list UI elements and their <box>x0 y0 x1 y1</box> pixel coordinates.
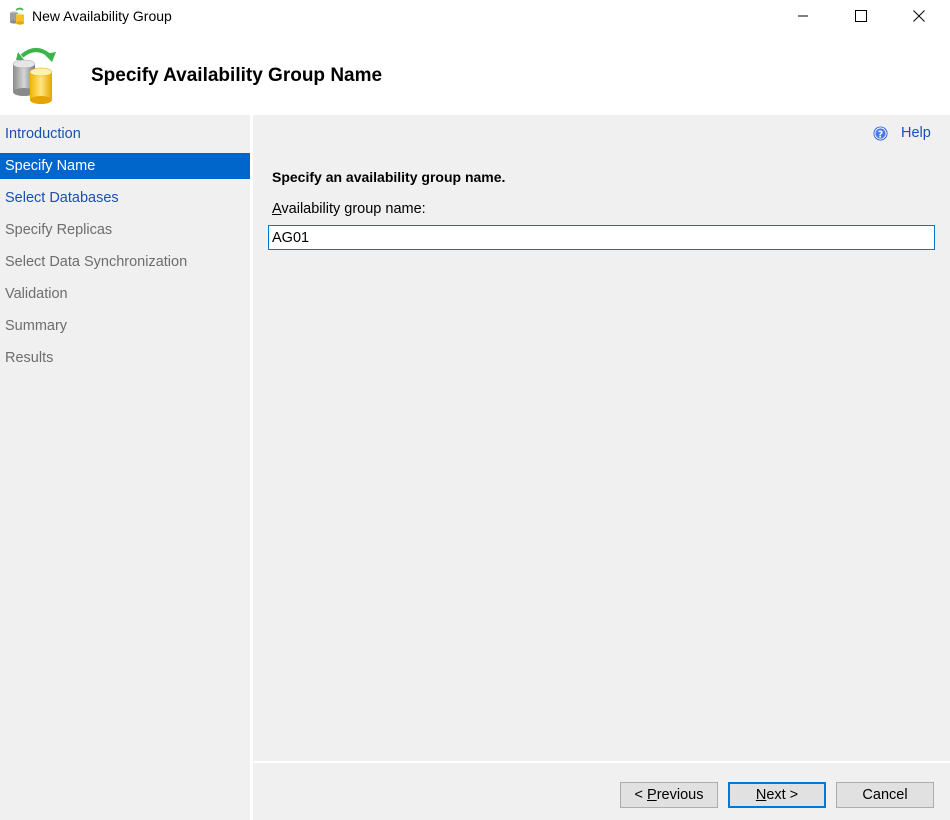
previous-mnemonic: P <box>647 787 657 803</box>
sidebar-item-select-data-synchronization: Select Data Synchronization <box>5 254 188 270</box>
svg-text:?: ? <box>878 129 883 140</box>
next-button[interactable]: Next > <box>728 782 826 808</box>
close-icon <box>913 10 925 22</box>
previous-prefix: < <box>634 787 648 803</box>
availability-group-name-label: Availability group name: <box>272 201 426 217</box>
label-mnemonic: A <box>272 201 282 217</box>
title-bar: New Availability Group <box>0 0 950 32</box>
maximize-icon <box>855 10 867 22</box>
app-icon <box>10 7 24 25</box>
sidebar-item-specify-replicas: Specify Replicas <box>5 222 113 238</box>
sidebar-item-validation: Validation <box>5 286 68 302</box>
page-title: Specify Availability Group Name <box>91 65 383 86</box>
next-mnemonic: N <box>755 787 767 803</box>
sidebar-item-select-databases[interactable]: Select Databases <box>0 185 250 211</box>
label-text: vailability group name: <box>281 201 426 217</box>
cancel-button[interactable]: Cancel <box>836 782 934 808</box>
window-title: New Availability Group <box>32 8 172 24</box>
sidebar-item-introduction[interactable]: Introduction <box>0 121 250 147</box>
minimize-icon <box>798 15 808 17</box>
sidebar-item-specify-name[interactable]: Specify Name <box>0 153 250 179</box>
availability-group-databases-icon <box>12 48 56 104</box>
next-label: ext > <box>766 787 799 803</box>
maximize-button[interactable] <box>832 0 890 32</box>
help-icon: ? <box>873 125 888 141</box>
wizard-content: ? Help Specify an availability group nam… <box>253 115 950 820</box>
wizard-header: Specify Availability Group Name <box>0 32 950 114</box>
minimize-button[interactable] <box>774 0 832 32</box>
help-link[interactable]: ? Help <box>873 125 931 141</box>
section-title: Specify an availability group name. <box>272 169 506 185</box>
help-label: Help <box>901 125 931 141</box>
new-availability-group-window: New Availability Group Specify Availabil… <box>0 0 950 820</box>
footer-divider <box>253 761 950 763</box>
sidebar-item-results: Results <box>5 350 54 366</box>
previous-button[interactable]: < Previous <box>620 782 718 808</box>
sidebar-item-summary: Summary <box>5 318 68 334</box>
previous-label: revious <box>656 787 704 803</box>
close-button[interactable] <box>890 0 948 32</box>
wizard-steps-sidebar: Introduction Specify Name Select Databas… <box>0 115 250 820</box>
availability-group-name-input[interactable] <box>268 225 935 250</box>
